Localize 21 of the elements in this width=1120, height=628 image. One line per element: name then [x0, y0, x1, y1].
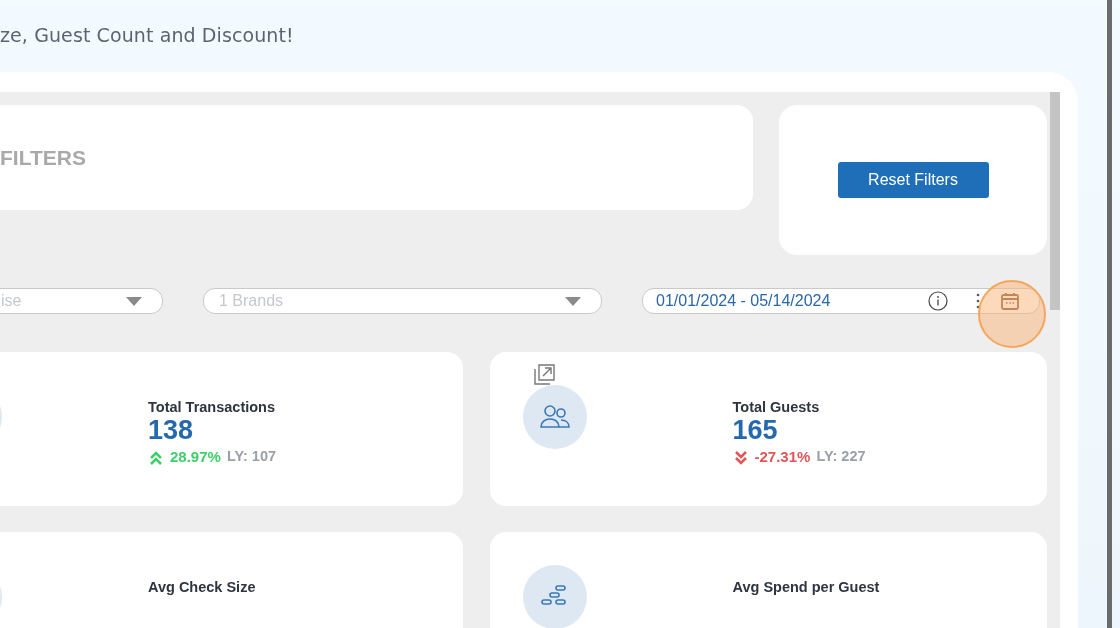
more-icon[interactable] [976, 293, 980, 309]
info-icon[interactable] [928, 291, 948, 311]
metric-title: Total Transactions [148, 399, 277, 415]
metric-value: 165 [732, 415, 779, 445]
caret-icon [126, 296, 142, 306]
filters-title: FILTERS [0, 145, 86, 170]
metric-title: Total Guests [732, 399, 821, 415]
last-year-value: LY: 107 [226, 448, 277, 464]
change-percent: -27.31% [754, 447, 811, 465]
calendar-icon [1000, 291, 1020, 311]
change-percent: 28.97% [170, 447, 221, 465]
metric-title: Avg Check Size [148, 579, 256, 595]
metric-value: 138 [148, 415, 195, 445]
page-subtitle: ze, Guest Count and Discount! [0, 24, 294, 46]
expand-icon[interactable] [533, 364, 555, 385]
caret-icon [565, 296, 581, 306]
last-year-value: LY: 227 [816, 448, 866, 464]
date-range-field[interactable]: 01/01/2024 - 05/14/2024 [642, 288, 1040, 314]
metric-title: Avg Spend per Guest [732, 579, 880, 595]
scrollbar-thumb[interactable] [1050, 92, 1060, 310]
reset-filters-button[interactable]: Reset Filters [837, 162, 989, 198]
